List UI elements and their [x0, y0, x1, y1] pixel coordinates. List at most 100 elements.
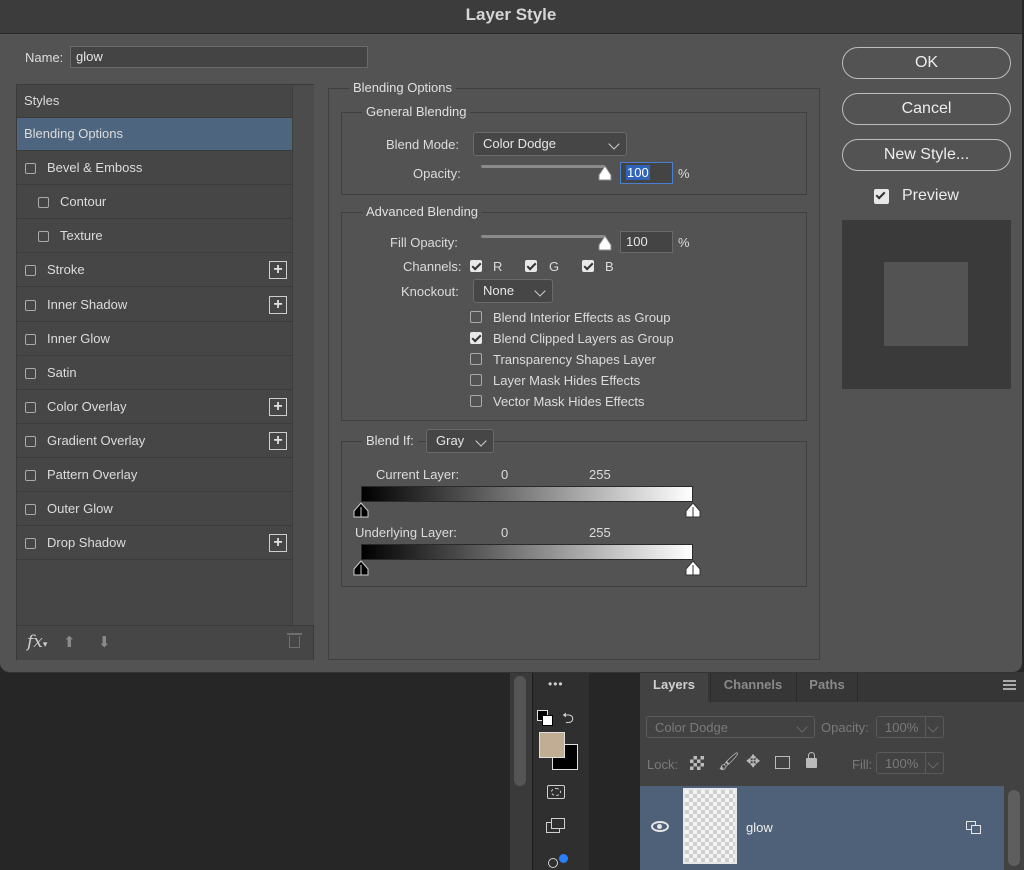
layer-opacity-label: Opacity:	[821, 720, 869, 735]
style-item-checkbox[interactable]	[25, 265, 36, 277]
add-effect-plus-icon[interactable]: +	[269, 295, 287, 314]
blend-mode-select[interactable]: Color Dodge	[473, 132, 627, 156]
add-effect-plus-icon[interactable]: +	[269, 261, 287, 280]
styles-header[interactable]: Styles	[17, 85, 292, 118]
style-name-input[interactable]: glow	[70, 46, 368, 68]
new-style-button[interactable]: New Style...	[842, 139, 1011, 171]
underlying-layer-black-slider[interactable]	[353, 560, 369, 579]
channel-b-label: B	[605, 259, 614, 274]
knockout-select[interactable]: None	[473, 279, 553, 303]
visibility-eye-icon[interactable]	[651, 821, 669, 832]
cancel-button[interactable]: Cancel	[842, 93, 1011, 125]
preview-checkbox[interactable]	[874, 189, 889, 204]
style-item-satin[interactable]: Satin	[17, 357, 292, 390]
move-up-icon[interactable]: ⬆	[63, 633, 76, 651]
lock-position-icon[interactable]: ✥	[746, 752, 760, 772]
style-item-label: Drop Shadow	[47, 535, 126, 551]
blend-if-value: Gray	[436, 433, 465, 448]
layer-thumbnail[interactable]	[683, 788, 737, 864]
style-item-checkbox[interactable]	[38, 231, 49, 243]
add-effect-plus-icon[interactable]: +	[269, 431, 287, 450]
lock-all-icon[interactable]	[806, 752, 817, 768]
fill-opacity-slider-track[interactable]	[481, 235, 605, 238]
default-colors-icon[interactable]	[537, 710, 553, 726]
layer-mask-hides-checkbox[interactable]	[470, 374, 482, 386]
fill-opacity-input[interactable]: 100	[620, 231, 673, 253]
style-item-gradient-overlay[interactable]: Gradient Overlay +	[17, 425, 292, 458]
layer-name[interactable]: glow	[746, 820, 773, 835]
lock-transparent-icon[interactable]	[690, 756, 704, 770]
channel-r-checkbox[interactable]	[470, 260, 482, 272]
add-effect-plus-icon[interactable]: +	[269, 534, 287, 553]
current-layer-label: Current Layer:	[376, 467, 460, 482]
style-item-checkbox[interactable]	[25, 163, 36, 175]
tab-channels[interactable]: Channels	[710, 672, 795, 702]
panel-menu-icon[interactable]	[1003, 680, 1016, 690]
tab-layers[interactable]: Layers	[640, 672, 708, 702]
styles-list-scrollbar[interactable]	[292, 85, 314, 625]
transparency-shapes-checkbox[interactable]	[470, 353, 482, 365]
channel-g-checkbox[interactable]	[525, 260, 537, 272]
style-item-drop-shadow[interactable]: Drop Shadow +	[17, 527, 292, 561]
lock-image-brush-icon[interactable]: 🖌	[718, 752, 740, 772]
knockout-label: Knockout:	[401, 284, 459, 299]
current-layer-black-slider[interactable]	[353, 502, 369, 521]
style-item-outer-glow[interactable]: Outer Glow	[17, 493, 292, 527]
more-tools-icon[interactable]: •••	[548, 677, 564, 691]
style-item-checkbox[interactable]	[25, 504, 36, 516]
ok-button[interactable]: OK	[842, 47, 1011, 79]
style-item-checkbox[interactable]	[25, 435, 36, 447]
style-item-color-overlay[interactable]: Color Overlay +	[17, 391, 292, 424]
layer-opacity-field[interactable]: 100%	[876, 716, 944, 738]
fx-icon[interactable]: fx▾	[27, 632, 47, 652]
blend-if-select[interactable]: Gray	[426, 429, 494, 453]
current-layer-white-slider[interactable]	[685, 502, 701, 521]
lock-artboard-icon[interactable]	[775, 756, 790, 769]
fill-opacity-slider-knob[interactable]	[598, 235, 612, 251]
underlying-layer-max: 255	[589, 525, 611, 540]
style-item-stroke[interactable]: Stroke +	[17, 254, 292, 288]
blend-interior-effects-checkbox[interactable]	[470, 311, 482, 323]
chevron-down-icon	[608, 138, 620, 150]
screen-mode-icon[interactable]	[546, 818, 568, 834]
style-item-inner-shadow[interactable]: Inner Shadow +	[17, 289, 292, 322]
trash-icon[interactable]	[287, 633, 302, 648]
underlying-layer-white-slider[interactable]	[685, 560, 701, 579]
style-item-label: Bevel & Emboss	[47, 160, 143, 176]
opacity-unit: %	[678, 166, 690, 181]
layers-scrollbar-thumb[interactable]	[1008, 790, 1020, 866]
move-down-icon[interactable]: ⬇	[98, 633, 111, 651]
style-item-blending-options[interactable]: Blending Options	[17, 118, 292, 151]
style-item-contour[interactable]: Contour	[17, 186, 292, 220]
blend-if-group	[341, 441, 807, 587]
layer-fill-field[interactable]: 100%	[876, 752, 944, 774]
quick-mask-icon[interactable]	[547, 785, 565, 799]
style-item-checkbox[interactable]	[25, 401, 36, 413]
edit-toolbar-icon[interactable]	[548, 854, 568, 870]
swap-colors-icon[interactable]: ⮌	[562, 708, 574, 733]
blend-clipped-layers-checkbox[interactable]	[470, 332, 482, 344]
tab-paths[interactable]: Paths	[796, 672, 858, 702]
style-item-checkbox[interactable]	[25, 299, 36, 311]
style-item-checkbox[interactable]	[25, 470, 36, 481]
opacity-slider-knob[interactable]	[598, 165, 612, 181]
channel-b-checkbox[interactable]	[582, 260, 594, 272]
style-item-checkbox[interactable]	[38, 197, 49, 209]
style-item-inner-glow[interactable]: Inner Glow	[17, 323, 292, 356]
opacity-slider-track[interactable]	[481, 165, 605, 168]
canvas-scrollbar-thumb[interactable]	[514, 676, 526, 786]
style-item-checkbox[interactable]	[25, 367, 36, 379]
layer-blend-mode-select[interactable]: Color Dodge	[646, 716, 815, 738]
foreground-color-swatch[interactable]	[539, 732, 565, 758]
styles-header-label: Styles	[24, 93, 60, 108]
style-item-bevel-emboss[interactable]: Bevel & Emboss	[17, 152, 292, 186]
layer-effects-icon[interactable]	[966, 821, 981, 834]
opacity-input[interactable]: 100	[620, 162, 673, 184]
vector-mask-hides-checkbox[interactable]	[470, 395, 482, 407]
chevron-down-icon	[534, 285, 546, 297]
style-item-texture[interactable]: Texture	[17, 220, 292, 254]
style-item-checkbox[interactable]	[25, 333, 36, 345]
add-effect-plus-icon[interactable]: +	[269, 397, 287, 416]
style-item-checkbox[interactable]	[25, 538, 36, 550]
style-item-pattern-overlay[interactable]: Pattern Overlay	[17, 459, 292, 492]
